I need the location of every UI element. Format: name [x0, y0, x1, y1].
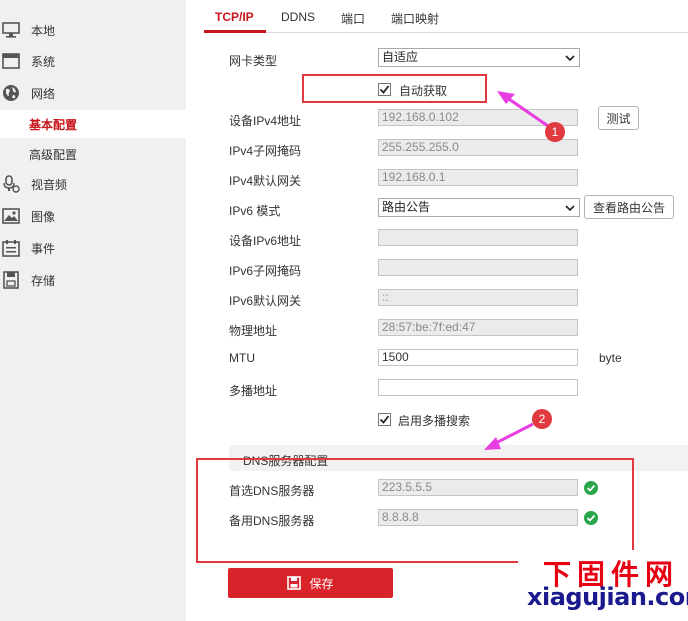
annotation-badge-1: 1 [545, 122, 565, 142]
annotation-badge-2: 2 [532, 409, 552, 429]
watermark-url: xiagujian.com [527, 583, 688, 611]
annotation-arrows [484, 91, 549, 450]
